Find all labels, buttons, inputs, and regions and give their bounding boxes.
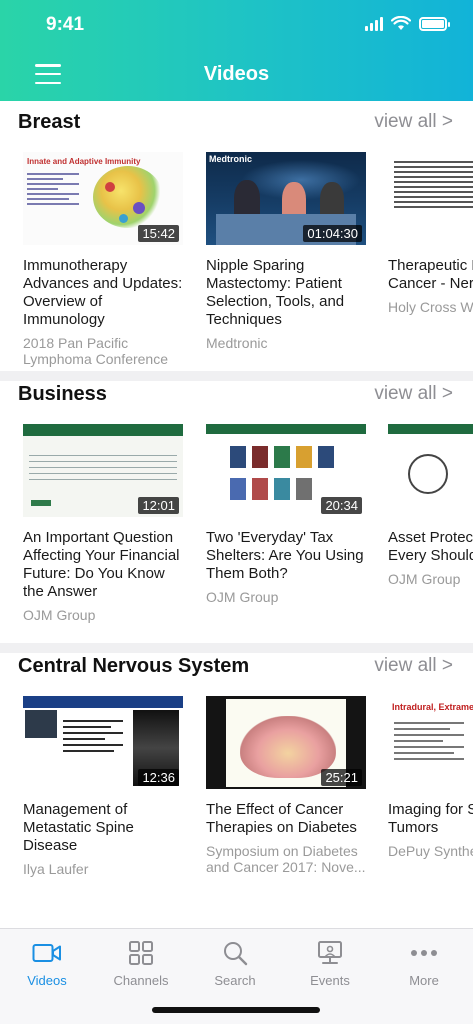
video-card[interactable]: Therapeutic HER2+ Cancer - Neratinib Hol… [388,152,473,387]
video-camera-icon [32,944,61,962]
tab-label: More [409,973,439,988]
thumbnail-text: Innate and Adaptive Immunity [27,157,141,166]
video-card[interactable]: 20:34 Two 'Everyday' Tax Shelters: Are Y… [206,424,366,659]
section-breast: Breast view all > [0,111,473,141]
video-row-cns[interactable]: 12:36 Management of Metastatic Spine Dis… [0,696,473,931]
video-title: An Important Question Affecting Your Fin… [23,529,180,600]
video-thumbnail[interactable]: Medtronic 01:04:30 [206,152,366,245]
tab-label: Channels [113,973,169,988]
video-thumbnail[interactable]: 12:01 [23,424,183,517]
video-channel: DePuy Synthes [388,843,473,859]
video-thumbnail[interactable]: Intradural, Extramedullary [388,696,473,789]
duration-badge: 20:34 [321,497,362,514]
video-title: Management of Metastatic Spine Disease [23,801,134,854]
wifi-icon [391,16,411,30]
video-row-business[interactable]: 12:01 An Important Question Affecting Yo… [0,424,473,659]
status-time: 9:41 [46,14,85,35]
video-title: Immunotherapy Advances and Updates: Over… [23,257,183,328]
duration-badge: 12:36 [138,769,179,786]
tab-more[interactable]: More [384,937,464,988]
video-channel: Medtronic [206,335,268,351]
video-title: Therapeutic HER2+ Cancer - Neratinib [388,257,473,292]
home-indicator [152,1007,320,1013]
view-all-link[interactable]: view all > [374,111,453,133]
duration-badge: 25:21 [321,769,362,786]
tab-search[interactable]: Search [195,937,275,988]
video-card[interactable]: Innate and Adaptive Immunity 15:42 Immun… [23,152,183,387]
video-title: Nipple Sparing Mastectomy: Patient Selec… [206,257,345,328]
view-all-link[interactable]: view all > [374,383,453,405]
tab-label: Events [310,973,350,988]
view-all-link[interactable]: view all > [374,655,453,677]
duration-badge: 12:01 [138,497,179,514]
section-divider [0,371,473,381]
video-channel: OJM Group [206,589,279,605]
tab-videos[interactable]: Videos [7,937,87,988]
video-channel: Ilya Laufer [23,861,89,877]
section-title: Central Nervous System [18,655,250,677]
video-card[interactable]: 12:36 Management of Metastatic Spine Dis… [23,696,183,931]
video-thumbnail[interactable]: 20:34 [206,424,366,517]
tab-label: Videos [27,973,67,988]
video-card[interactable]: 25:21 The Effect of Cancer Therapies on … [206,696,366,931]
video-thumbnail[interactable]: 25:21 [206,696,366,789]
tab-channels[interactable]: Channels [101,937,181,988]
duration-badge: 01:04:30 [303,225,362,242]
tab-events[interactable]: Events [290,937,370,988]
battery-icon [419,16,450,31]
video-title: Imaging for Spinal Tumors [388,801,473,836]
video-channel: OJM Group [388,571,461,587]
video-thumbnail[interactable] [388,424,473,517]
section-title: Breast [18,111,81,133]
video-title: Asset Protection: What Every Should Know [388,529,473,564]
thumbnail-text-lines [394,158,473,211]
section-business: Business view all > [0,383,473,413]
thumbnail-text: Intradural, Extramedullary [392,702,473,712]
video-card[interactable]: Intradural, Extramedullary Imaging for S… [388,696,473,931]
video-card[interactable]: Medtronic 01:04:30 Nipple Sparing Mastec… [206,152,366,387]
duration-badge: 15:42 [138,225,179,242]
header-bar: 9:41 Videos [0,0,473,101]
tab-label: Search [214,973,256,988]
video-thumbnail[interactable]: Innate and Adaptive Immunity 15:42 [23,152,183,245]
section-central-nervous-system: Central Nervous System view all > [0,655,473,685]
more-dots-icon [411,950,437,956]
search-icon [224,942,248,966]
video-thumbnail[interactable] [388,152,473,245]
video-thumbnail[interactable]: 12:36 [23,696,183,789]
cellular-signal-icon [365,16,383,31]
video-title: The Effect of Cancer Therapies on Diabet… [206,801,357,836]
video-channel: OJM Group [23,607,96,623]
video-channel: Symposium on Diabetes and Cancer 2017: N… [206,843,366,875]
video-row-breast[interactable]: Innate and Adaptive Immunity 15:42 Immun… [0,152,473,387]
section-divider [0,643,473,653]
video-title: Two 'Everyday' Tax Shelters: Are You Usi… [206,529,364,582]
grid-icon [129,941,153,965]
status-icons [365,16,450,31]
page-title: Videos [203,63,270,85]
presenter-icon [318,941,342,964]
video-card[interactable]: 12:01 An Important Question Affecting Yo… [23,424,183,659]
video-channel: 2018 Pan Pacific Lymphoma Conference [23,335,169,367]
video-channel: Holy Cross Winter Onc [388,299,473,315]
video-card[interactable]: Asset Protection: What Every Should Know… [388,424,473,659]
section-title: Business [18,383,107,405]
